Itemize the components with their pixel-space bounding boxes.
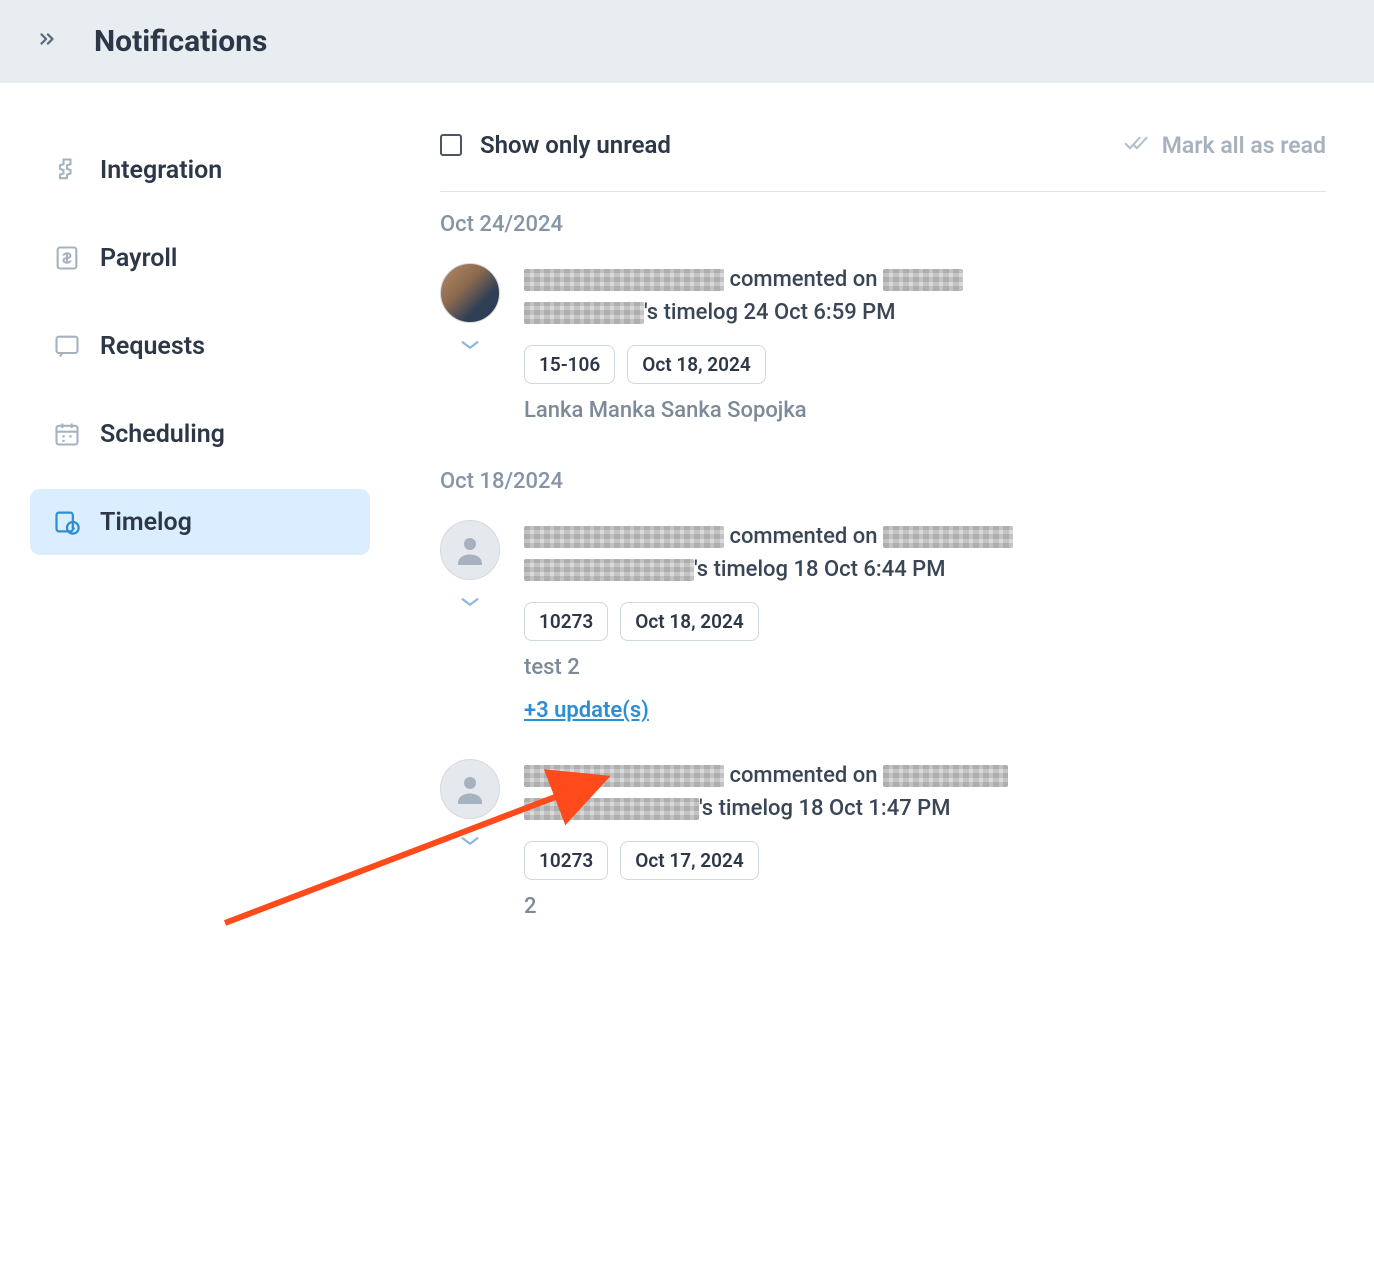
notification-item[interactable]: commented on 's timelog 18 Oct 6:44 PM 1… — [440, 520, 1326, 723]
sidebar-item-payroll[interactable]: Payroll — [30, 225, 370, 291]
checkbox-icon — [440, 134, 462, 156]
notification-body: commented on 's timelog 18 Oct 1:47 PM 1… — [524, 759, 1326, 929]
sidebar-item-label: Timelog — [100, 508, 192, 537]
notification-left — [440, 263, 500, 433]
comment-text: 2 — [524, 894, 1326, 919]
integration-icon — [52, 155, 82, 185]
comment-text: Lanka Manka Sanka Sopojka — [524, 398, 1326, 423]
notification-text: commented on 's timelog 18 Oct 1:47 PM — [524, 759, 1326, 825]
redacted-name — [883, 526, 1013, 548]
timelog-icon — [52, 507, 82, 537]
pill-row: 10273 Oct 17, 2024 — [524, 841, 1326, 880]
requests-icon — [52, 331, 82, 361]
show-unread-label: Show only unread — [480, 131, 671, 159]
date-group-header: Oct 24/2024 — [440, 212, 1326, 237]
page-title: Notifications — [94, 24, 267, 59]
sidebar-item-scheduling[interactable]: Scheduling — [30, 401, 370, 467]
timestamp: 18 Oct 6:44 PM — [793, 557, 945, 582]
sidebar-item-label: Payroll — [100, 244, 177, 273]
scheduling-icon — [52, 419, 82, 449]
date-pill[interactable]: Oct 18, 2024 — [627, 345, 765, 384]
notification-body: commented on 's timelog 24 Oct 6:59 PM 1… — [524, 263, 1326, 433]
collapse-sidebar-icon[interactable] — [36, 28, 58, 56]
job-pill[interactable]: 10273 — [524, 602, 608, 641]
mark-all-read-button[interactable]: Mark all as read — [1124, 132, 1326, 159]
timestamp: 18 Oct 1:47 PM — [798, 796, 950, 821]
redacted-name — [524, 526, 724, 548]
redacted-name — [524, 559, 694, 581]
timestamp: 24 Oct 6:59 PM — [743, 300, 895, 325]
page-header: Notifications — [0, 0, 1374, 83]
notification-body: commented on 's timelog 18 Oct 6:44 PM 1… — [524, 520, 1326, 723]
date-pill[interactable]: Oct 17, 2024 — [620, 841, 758, 880]
redacted-name — [524, 269, 724, 291]
date-pill[interactable]: Oct 18, 2024 — [620, 602, 758, 641]
sidebar-item-label: Scheduling — [100, 420, 225, 449]
content-toolbar: Show only unread Mark all as read — [440, 131, 1326, 192]
avatar — [440, 263, 500, 323]
date-group-header: Oct 18/2024 — [440, 469, 1326, 494]
mark-all-label: Mark all as read — [1162, 132, 1326, 159]
chevron-down-icon[interactable] — [459, 594, 481, 613]
double-check-icon — [1124, 132, 1150, 159]
sidebar-item-label: Integration — [100, 156, 222, 185]
action-text: commented on — [729, 524, 883, 549]
chevron-down-icon[interactable] — [459, 337, 481, 356]
show-unread-checkbox[interactable]: Show only unread — [440, 131, 671, 159]
comment-text: test 2 — [524, 655, 1326, 680]
suffix-text: 's timelog — [644, 300, 743, 325]
main-layout: Integration Payroll Requests Scheduling … — [0, 83, 1374, 985]
suffix-text: 's timelog — [699, 796, 798, 821]
redacted-name — [524, 302, 644, 324]
notification-item[interactable]: commented on 's timelog 24 Oct 6:59 PM 1… — [440, 263, 1326, 433]
sidebar-item-timelog[interactable]: Timelog — [30, 489, 370, 555]
redacted-name — [883, 765, 1008, 787]
sidebar-item-label: Requests — [100, 332, 205, 361]
sidebar-item-integration[interactable]: Integration — [30, 137, 370, 203]
chevron-down-icon[interactable] — [459, 833, 481, 852]
action-text: commented on — [729, 267, 883, 292]
job-pill[interactable]: 10273 — [524, 841, 608, 880]
redacted-name — [883, 269, 963, 291]
payroll-icon — [52, 243, 82, 273]
job-pill[interactable]: 15-106 — [524, 345, 615, 384]
action-text: commented on — [729, 763, 883, 788]
notification-text: commented on 's timelog 24 Oct 6:59 PM — [524, 263, 1326, 329]
notification-text: commented on 's timelog 18 Oct 6:44 PM — [524, 520, 1326, 586]
pill-row: 10273 Oct 18, 2024 — [524, 602, 1326, 641]
sidebar: Integration Payroll Requests Scheduling … — [0, 83, 400, 985]
updates-link[interactable]: +3 update(s) — [524, 698, 649, 723]
notification-item[interactable]: commented on 's timelog 18 Oct 1:47 PM 1… — [440, 759, 1326, 929]
sidebar-item-requests[interactable]: Requests — [30, 313, 370, 379]
pill-row: 15-106 Oct 18, 2024 — [524, 345, 1326, 384]
suffix-text: 's timelog — [694, 557, 793, 582]
avatar — [440, 520, 500, 580]
notification-left — [440, 520, 500, 723]
redacted-name — [524, 798, 699, 820]
notification-left — [440, 759, 500, 929]
content: Show only unread Mark all as read Oct 24… — [400, 83, 1374, 985]
redacted-name — [524, 765, 724, 787]
avatar — [440, 759, 500, 819]
